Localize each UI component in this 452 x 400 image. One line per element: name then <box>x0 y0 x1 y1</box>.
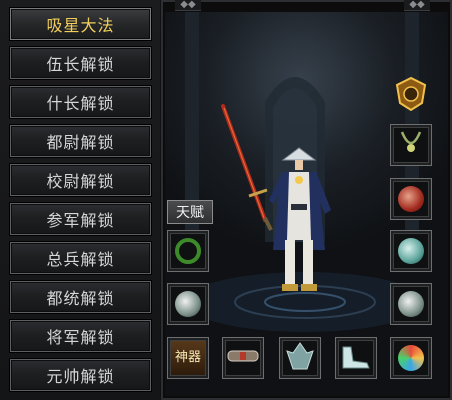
talent-label[interactable]: 天赋 <box>167 200 213 224</box>
boots-icon <box>339 341 373 375</box>
red-amulet-icon <box>398 186 424 212</box>
menu-item-yuanshuai[interactable]: 元帅解锁 <box>9 358 152 392</box>
bracelet-left-slot[interactable] <box>167 230 209 272</box>
menu-item-canjun[interactable]: 参军解锁 <box>9 202 152 236</box>
emblem-icon[interactable] <box>390 73 432 115</box>
medal-icon <box>398 345 424 371</box>
medal-slot[interactable] <box>390 337 432 379</box>
ring-right-slot[interactable] <box>390 283 432 325</box>
bracelet-left-icon <box>175 238 201 264</box>
menu-item-dutong[interactable]: 都统解锁 <box>9 280 152 314</box>
shenqi-icon: 神器 <box>174 350 201 365</box>
corner-ornament-right: ◆◆ <box>404 0 430 11</box>
dragon-icon <box>283 339 317 377</box>
character-figure <box>221 104 331 291</box>
game-equipment-window: 吸星大法 伍长解锁 什长解锁 都尉解锁 校尉解锁 参军解锁 总兵解锁 都统解锁 … <box>0 0 452 400</box>
menu-item-shizhang[interactable]: 什长解锁 <box>9 85 152 119</box>
shenqi-slot[interactable]: 神器 <box>167 337 209 379</box>
menu-item-wuzhang[interactable]: 伍长解锁 <box>9 46 152 80</box>
boots-slot[interactable] <box>335 337 377 379</box>
menu-item-xixing[interactable]: 吸星大法 <box>9 7 152 41</box>
ring-right-icon <box>398 291 424 317</box>
menu-item-jiangjun[interactable]: 将军解锁 <box>9 319 152 353</box>
amulet-slot[interactable] <box>390 178 432 220</box>
menu-item-zongbing[interactable]: 总兵解锁 <box>9 241 152 275</box>
menu-item-duwei[interactable]: 都尉解锁 <box>9 124 152 158</box>
necklace-icon <box>396 128 426 162</box>
bracelet-right-slot[interactable] <box>390 230 432 272</box>
dragon-slot[interactable] <box>279 337 321 379</box>
bracelet-right-icon <box>398 238 424 264</box>
unlock-menu: 吸星大法 伍长解锁 什长解锁 都尉解锁 校尉解锁 参军解锁 总兵解锁 都统解锁 … <box>0 0 160 400</box>
ring-left-slot[interactable] <box>167 283 209 325</box>
menu-item-xiaowei[interactable]: 校尉解锁 <box>9 163 152 197</box>
ring-left-icon <box>175 291 201 317</box>
belt-icon <box>227 348 259 368</box>
belt-slot[interactable] <box>222 337 264 379</box>
corner-ornament-left: ◆◆ <box>175 0 201 11</box>
necklace-slot[interactable] <box>390 124 432 166</box>
